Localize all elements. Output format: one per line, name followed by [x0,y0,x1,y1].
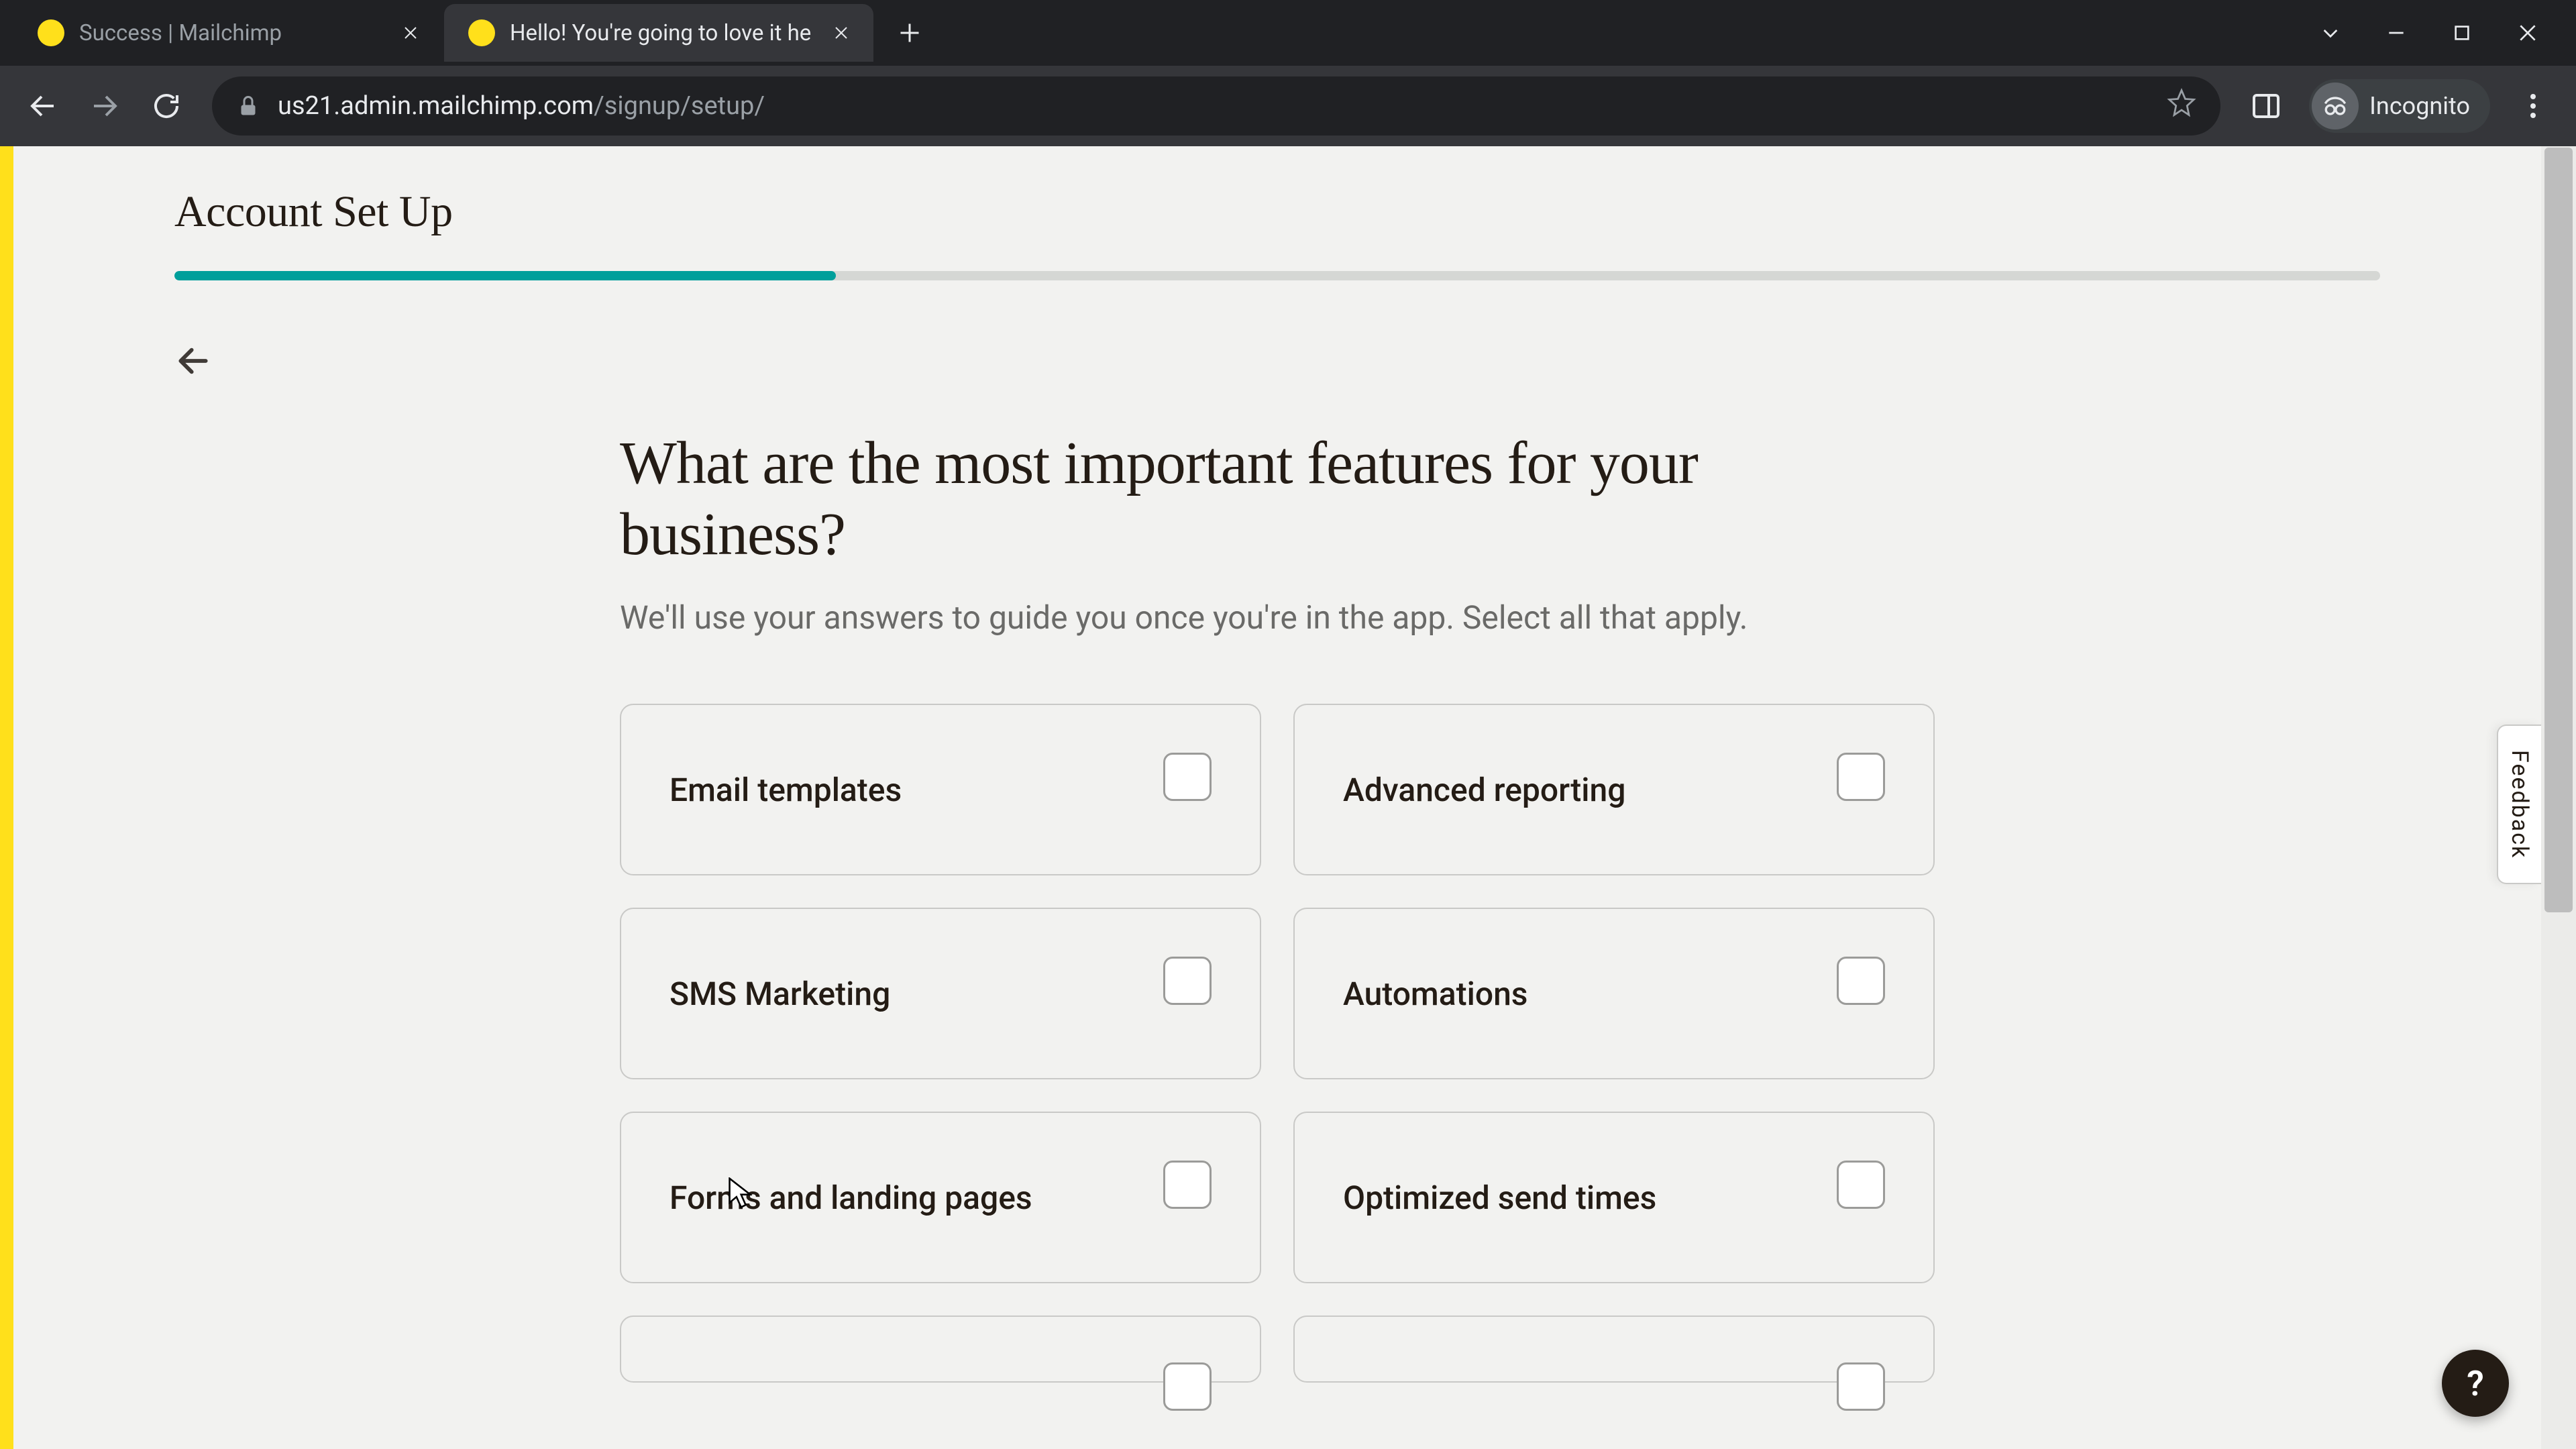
tab-close-button[interactable] [828,19,855,46]
option-card[interactable]: Forms and landing pages [620,1112,1261,1283]
browser-menu-button[interactable] [2506,79,2560,133]
bookmark-button[interactable] [2167,88,2196,124]
checkbox[interactable] [1837,753,1885,801]
url-bar[interactable]: us21.admin.mailchimp.com/signup/setup/ [212,76,2220,136]
help-button[interactable]: ? [2442,1350,2509,1417]
page-title: Account Set Up [174,186,2380,237]
window-minimize-button[interactable] [2380,17,2412,49]
option-card[interactable]: SMS Marketing [620,908,1261,1079]
side-panel-button[interactable] [2239,79,2293,133]
arrow-right-icon [89,90,121,122]
maximize-icon [2451,22,2473,44]
checkbox[interactable] [1837,1362,1885,1411]
checkbox[interactable] [1837,1161,1885,1209]
browser-tab-strip: Success | Mailchimp Hello! You're going … [0,0,2576,66]
window-maximize-button[interactable] [2446,17,2478,49]
feedback-tab[interactable]: Feedback [2497,724,2541,884]
window-controls [2314,17,2563,49]
option-card[interactable]: Optimized send times [1293,1112,1935,1283]
option-label: Automations [1343,975,1528,1013]
question-subtitle: We'll use your answers to guide you once… [620,598,1935,637]
arrow-left-icon [174,342,212,380]
incognito-label: Incognito [2369,92,2470,120]
close-icon [2517,22,2538,44]
tab-title: Success | Mailchimp [79,20,389,46]
favicon-mailchimp-icon [468,19,495,46]
incognito-icon [2312,83,2359,129]
browser-tab-active[interactable]: Hello! You're going to love it he [444,4,873,62]
back-step-button[interactable] [174,341,215,381]
option-card[interactable] [620,1316,1261,1383]
option-card[interactable]: Email templates [620,704,1261,875]
checkbox[interactable] [1163,1161,1212,1209]
minimize-icon [2385,22,2407,44]
browser-toolbar: us21.admin.mailchimp.com/signup/setup/ I… [0,66,2576,146]
scrollbar-thumb[interactable] [2544,148,2573,912]
brand-accent-bar [0,146,13,1449]
progress-bar [174,271,2380,280]
kebab-icon [2517,90,2549,122]
progress-fill [174,271,836,280]
checkbox[interactable] [1837,957,1885,1005]
window-close-button[interactable] [2512,17,2544,49]
panel-icon [2250,90,2282,122]
url-domain: us21.admin.mailchimp.com [278,91,594,121]
chevron-down-icon [2320,22,2341,44]
url-path: /signup/setup/ [594,91,765,121]
option-card[interactable] [1293,1316,1935,1383]
browser-tab[interactable]: Success | Mailchimp [13,4,443,62]
incognito-indicator[interactable]: Incognito [2309,79,2490,133]
close-icon [833,25,849,41]
option-label: Optimized send times [1343,1179,1656,1217]
arrow-left-icon [27,90,59,122]
nav-reload-button[interactable] [140,79,193,133]
close-icon [402,25,419,41]
option-label: SMS Marketing [669,975,890,1013]
option-card[interactable]: Automations [1293,908,1935,1079]
question-heading: What are the most important features for… [620,428,1935,570]
option-label: Forms and landing pages [669,1179,1032,1217]
option-label: Email templates [669,771,902,809]
option-card[interactable]: Advanced reporting [1293,704,1935,875]
tab-close-button[interactable] [397,19,424,46]
nav-forward-button[interactable] [78,79,131,133]
reload-icon [150,90,182,122]
lock-icon [236,94,260,118]
options-grid: Email templates Advanced reporting SMS M… [620,704,1935,1383]
new-tab-button[interactable] [885,9,934,57]
checkbox[interactable] [1163,957,1212,1005]
nav-back-button[interactable] [16,79,70,133]
favicon-mailchimp-icon [38,19,64,46]
option-label: Advanced reporting [1343,771,1625,809]
checkbox[interactable] [1163,753,1212,801]
plus-icon [898,21,922,45]
tab-title: Hello! You're going to love it he [510,20,820,46]
page-viewport: Account Set Up What are the most importa… [0,146,2576,1449]
tab-search-button[interactable] [2314,17,2347,49]
star-icon [2167,88,2196,117]
checkbox[interactable] [1163,1362,1212,1411]
